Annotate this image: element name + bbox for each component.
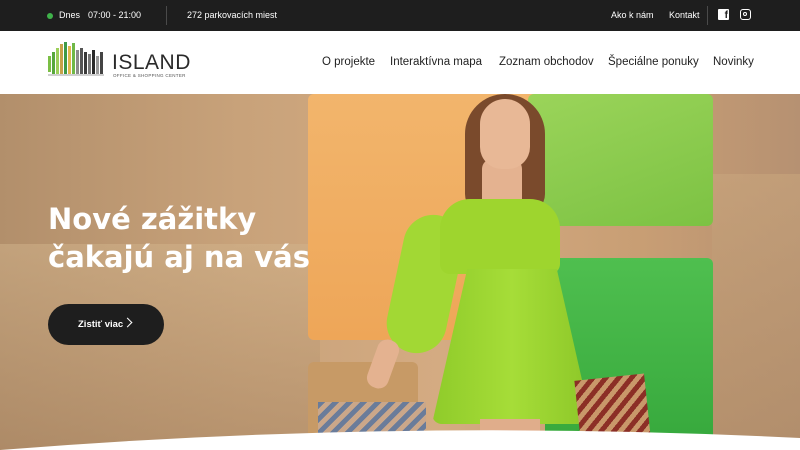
nav-interaktivna-mapa[interactable]: Interaktívna mapa <box>390 56 482 68</box>
opening-day-label: Dnes <box>59 10 81 20</box>
hero-title-line1: Nové zážitky <box>48 202 257 236</box>
chevron-right-icon <box>122 317 133 328</box>
top-info-bar: Dnes 07:00 - 21:00 272 parkovacích miest… <box>0 0 800 31</box>
learn-more-label: Zistiť viac <box>78 319 124 330</box>
nav-zoznam-obchodov[interactable]: Zoznam obchodov <box>499 56 594 68</box>
nav-specialne-ponuky[interactable]: Špeciálne ponuky <box>608 56 699 68</box>
instagram-icon[interactable] <box>740 9 751 20</box>
background-building <box>0 244 320 450</box>
hero-bottom-curve <box>0 430 800 450</box>
logo-icon[interactable] <box>46 40 106 82</box>
nav-o-projekte[interactable]: O projekte <box>322 56 375 68</box>
about-link[interactable]: Ako k nám <box>611 10 654 20</box>
logo-subtitle: OFFICE & SHOPPING CENTER <box>113 73 186 78</box>
open-status-dot <box>47 13 53 19</box>
learn-more-button[interactable]: Zistiť viac <box>48 304 164 345</box>
nav-novinky[interactable]: Novinky <box>713 56 754 68</box>
background-building <box>712 174 800 450</box>
opening-hours: 07:00 - 21:00 <box>88 10 142 20</box>
logo-text[interactable]: ISLAND <box>112 51 191 75</box>
facebook-icon[interactable]: f <box>718 9 729 21</box>
contact-link[interactable]: Kontakt <box>669 10 700 20</box>
light-green-panel <box>528 94 713 226</box>
parking-info: 272 parkovacích miest <box>187 10 278 20</box>
site-header: ISLAND OFFICE & SHOPPING CENTER O projek… <box>0 31 800 94</box>
hero-title-line2: čakajú aj na vás <box>48 240 310 274</box>
divider <box>166 6 167 25</box>
hero-banner: Nové zážitky čakajú aj na vás Zistiť via… <box>0 94 800 450</box>
divider <box>707 6 708 25</box>
